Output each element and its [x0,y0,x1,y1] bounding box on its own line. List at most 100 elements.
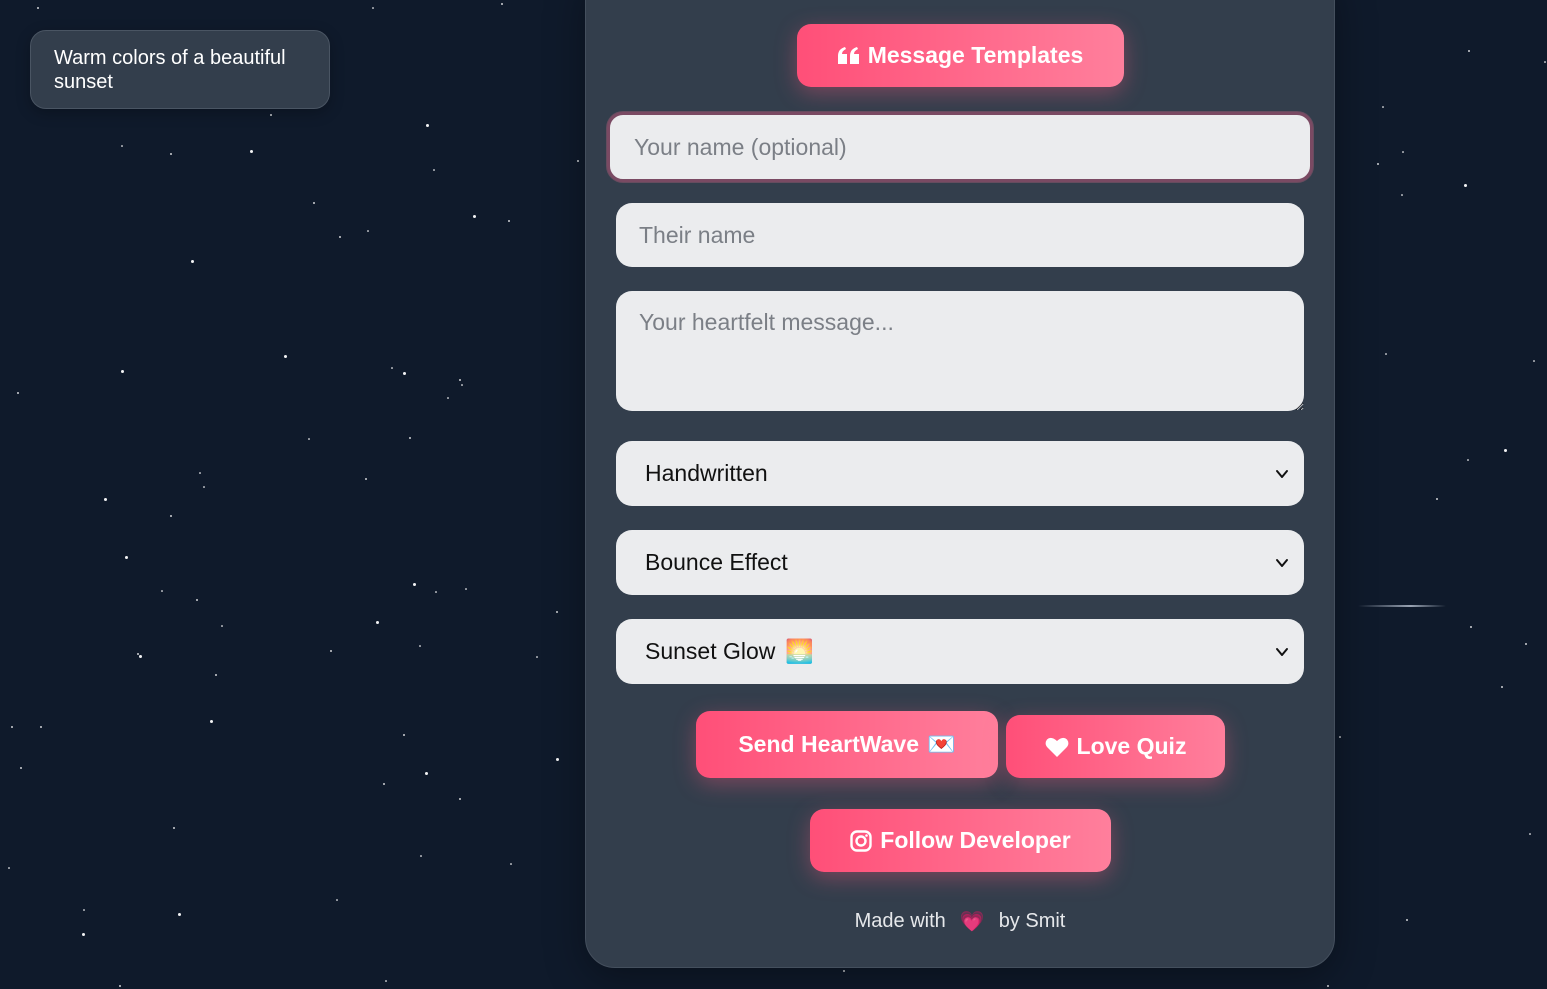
star [103,497,107,501]
star [83,909,85,911]
heart-emoji-icon: 💗 [959,911,985,933]
star [11,726,13,728]
quote-icon [837,46,860,65]
star [221,625,223,627]
sunset-emoji-icon: 🌅 [785,638,815,664]
star [1339,736,1341,738]
star [1463,183,1467,187]
star [372,7,374,9]
star [425,123,429,127]
love-quiz-button[interactable]: Love Quiz [1006,715,1225,778]
star [382,782,386,786]
star [412,582,416,586]
star [19,766,23,770]
star [364,477,368,481]
star [385,980,387,982]
star [472,214,476,218]
send-heartwave-button[interactable]: Send HeartWave 💌 [696,711,998,778]
star [1435,497,1439,501]
star [120,369,124,373]
star [1382,106,1384,108]
their-name-input[interactable] [616,203,1304,267]
message-templates-label: Message Templates [867,42,1084,68]
footer-suffix: by Smit [998,910,1066,932]
star [1327,985,1329,987]
star [329,649,333,653]
star [555,757,559,761]
theme-value: Sunset Glow [645,638,776,664]
star [420,855,422,857]
page: Warm colors of a beautiful sunset Messag… [0,0,1547,989]
star [161,590,163,592]
star [1385,353,1387,355]
animation-select[interactable]: Bounce Effect [616,530,1304,595]
star [459,798,461,800]
star [536,656,538,658]
star [556,611,558,613]
font-style-value: Handwritten [645,460,768,486]
star [500,2,504,6]
star [403,734,405,736]
star [577,160,579,162]
star [508,220,510,222]
star [1525,643,1527,645]
star [1503,448,1507,452]
star [203,486,205,488]
star [408,436,412,440]
star [1470,626,1472,628]
love-quiz-label: Love Quiz [1076,733,1187,759]
follow-developer-button[interactable]: Follow Developer [810,809,1111,872]
star [1402,151,1404,153]
star [177,912,181,916]
star [190,259,194,263]
theme-select[interactable]: Sunset Glow 🌅 [616,619,1304,684]
message-card: Message Templates Handwritten Bounce Eff… [585,0,1335,968]
star [402,371,406,375]
star [1401,194,1403,196]
star [169,152,173,156]
star [195,598,199,602]
send-heartwave-label: Send HeartWave [738,731,919,757]
instagram-icon [850,829,872,852]
star [424,771,428,775]
star [8,867,10,869]
footer-credit: Made with 💗 by Smit [586,909,1334,934]
star [458,378,462,382]
star [121,145,123,147]
star [39,725,43,729]
chevron-down-icon [1274,555,1290,571]
star [1500,685,1504,689]
star [173,827,175,829]
star [447,397,449,399]
star [270,114,272,116]
tooltip-text: Warm colors of a beautiful sunset [54,47,286,93]
star [510,863,512,865]
star [81,932,85,936]
star [1376,162,1380,166]
star [367,230,369,232]
heart-icon [1045,736,1069,758]
star [338,235,342,239]
star [214,673,218,677]
star [1533,360,1535,362]
shooting-star [1358,605,1446,607]
star [391,367,393,369]
chevron-down-icon [1274,466,1290,482]
star [1467,459,1469,461]
star [16,391,20,395]
star [283,354,287,358]
chevron-down-icon [1274,644,1290,660]
star [375,620,379,624]
star [199,472,201,474]
star [1529,833,1531,835]
message-textarea[interactable] [616,291,1304,411]
star [249,149,253,153]
star [435,591,437,593]
font-style-select[interactable]: Handwritten [616,441,1304,506]
footer-prefix: Made with [854,910,946,932]
theme-tooltip: Warm colors of a beautiful sunset [30,30,330,109]
star [37,7,39,9]
message-templates-button[interactable]: Message Templates [797,24,1124,87]
your-name-input[interactable] [607,112,1313,182]
love-letter-icon: 💌 [927,731,956,757]
